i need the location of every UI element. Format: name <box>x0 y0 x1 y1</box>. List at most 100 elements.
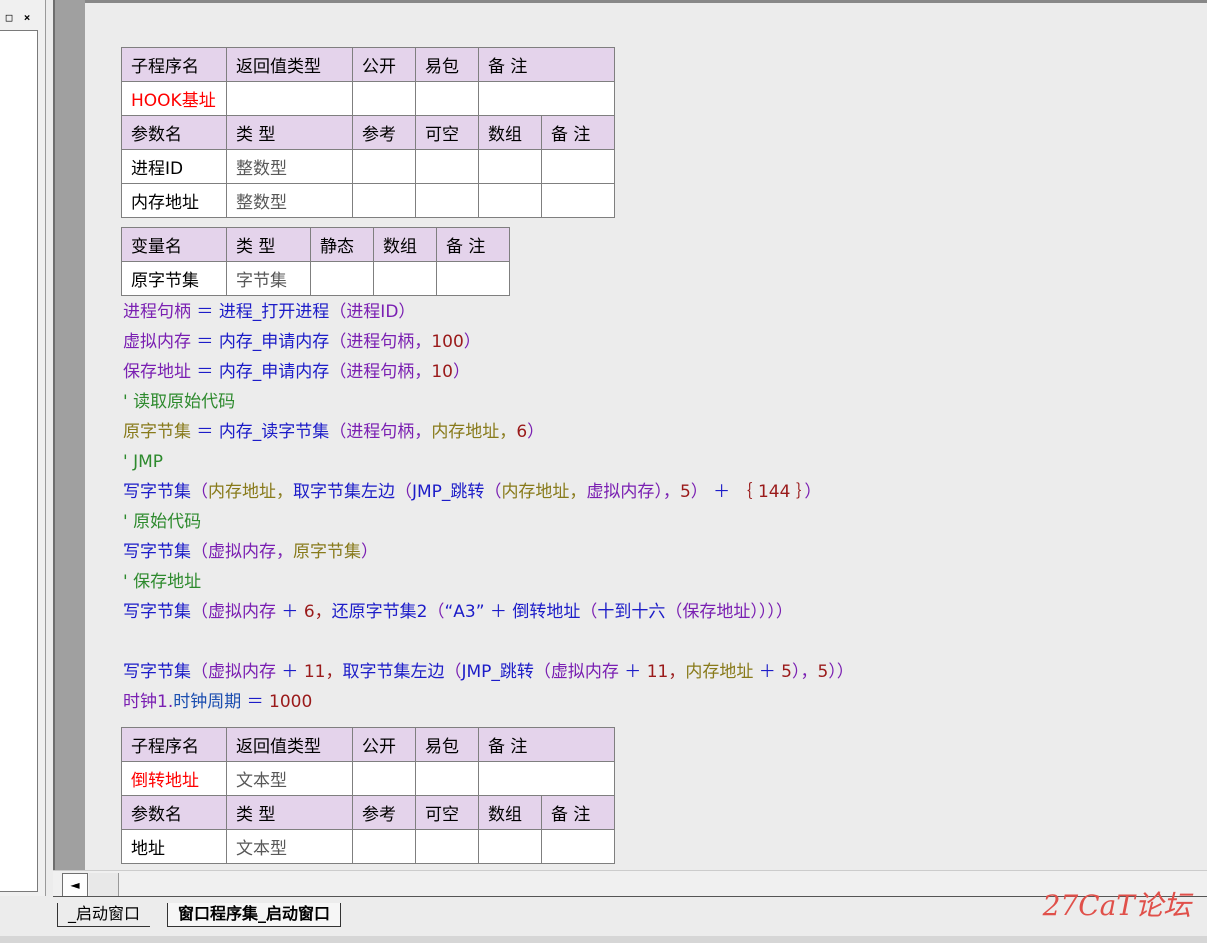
cell[interactable] <box>352 829 416 864</box>
header-cell: 易包 <box>415 47 479 82</box>
argument-token: 虚拟内存， <box>208 542 293 562</box>
header-cell: 类 型 <box>226 115 353 150</box>
cell[interactable] <box>541 149 615 184</box>
scroll-track[interactable] <box>89 873 119 897</box>
cell[interactable] <box>352 183 416 218</box>
function-token: 写字节集 <box>123 542 191 562</box>
header-cell: 可空 <box>415 795 479 830</box>
number-token: 6 <box>516 422 528 442</box>
code-line[interactable]: 写字节集（虚拟内存，原字节集） <box>123 537 378 567</box>
code-comment[interactable]: ' 保存地址 <box>123 567 201 597</box>
variable-type[interactable]: 字节集 <box>226 261 311 296</box>
header-cell: 参考 <box>352 795 416 830</box>
operator-token: ＝ <box>191 302 219 322</box>
return-type[interactable]: 文本型 <box>226 761 353 796</box>
param-row[interactable]: 地址 文本型 <box>121 829 615 864</box>
number-token: 10 <box>431 362 453 382</box>
param-header-row: 参数名 类 型 参考 可空 数组 备 注 <box>121 795 615 830</box>
param-name[interactable]: 地址 <box>121 829 227 864</box>
code-line[interactable]: 保存地址 ＝ 内存_申请内存（进程句柄，10） <box>123 357 470 387</box>
header-cell: 变量名 <box>121 227 227 262</box>
argument-token: 虚拟内存 <box>208 662 276 682</box>
header-cell: 备 注 <box>436 227 510 262</box>
paren-token: （ <box>191 542 208 562</box>
paren-token: （ <box>191 482 208 502</box>
left-panel-list[interactable] <box>0 30 38 892</box>
cell[interactable] <box>310 261 374 296</box>
paren-token: （ <box>580 602 598 622</box>
cell[interactable] <box>352 149 416 184</box>
cell[interactable] <box>478 761 615 796</box>
cell[interactable] <box>415 829 479 864</box>
tab-startup-window[interactable]: _启动窗口 <box>57 903 151 927</box>
paren-token: （ <box>427 602 445 622</box>
header-cell: 静态 <box>310 227 374 262</box>
cell[interactable] <box>415 183 479 218</box>
number-token: 100 <box>431 332 464 352</box>
code-line[interactable]: 写字节集（内存地址，取字节集左边（JMP_跳转（内存地址，虚拟内存），5） ＋ … <box>123 477 821 507</box>
cell[interactable] <box>478 81 615 116</box>
code-comment[interactable]: ' JMP <box>123 447 163 477</box>
number-token: 144 <box>752 482 796 502</box>
close-icon[interactable]: × <box>20 12 34 25</box>
cell[interactable] <box>226 81 353 116</box>
paren-token: （ <box>665 602 683 622</box>
code-line[interactable]: 写字节集（虚拟内存 ＋ 11，取字节集左边（JMP_跳转（虚拟内存 ＋ 11，内… <box>123 657 854 687</box>
paren-token: ） <box>398 302 416 322</box>
restore-icon[interactable]: □ <box>2 12 16 25</box>
operator-token: ＝ <box>191 362 219 382</box>
code-line[interactable]: 时钟1.时钟周期 ＝ 1000 <box>123 687 312 717</box>
header-cell: 公开 <box>352 727 416 762</box>
param-row[interactable]: 进程ID 整数型 <box>121 149 615 184</box>
code-comment[interactable]: ' 读取原始代码 <box>123 387 235 417</box>
code-comment[interactable]: ' 原始代码 <box>123 507 201 537</box>
header-cell: 备 注 <box>541 795 615 830</box>
cell[interactable] <box>541 183 615 218</box>
paren-token: ） <box>452 362 470 382</box>
subroutine-row[interactable]: 倒转地址 文本型 <box>121 761 615 796</box>
subroutine-name[interactable]: 倒转地址 <box>121 761 227 796</box>
cell[interactable] <box>541 829 615 864</box>
code-line[interactable]: 写字节集（虚拟内存 ＋ 6，还原字节集2（“A3” ＋ 倒转地址（十到十六（保存… <box>123 597 793 627</box>
param-name[interactable]: 内存地址 <box>121 183 227 218</box>
operator-token: ＋ <box>753 662 782 682</box>
cell[interactable] <box>436 261 510 296</box>
code-editor[interactable]: 子程序名 返回值类型 公开 易包 备 注 HOOK基址 参数名 类 型 参考 可… <box>85 3 1207 870</box>
subroutine-name[interactable]: HOOK基址 <box>121 81 227 116</box>
paren-token: （ <box>191 602 208 622</box>
cell[interactable] <box>415 761 479 796</box>
param-header-row: 参数名 类 型 参考 可空 数组 备 注 <box>121 115 615 150</box>
header-cell: 子程序名 <box>121 727 227 762</box>
scroll-left-arrow-icon[interactable]: ◄ <box>62 873 88 897</box>
paren-token: （ <box>329 422 347 442</box>
code-line[interactable]: 虚拟内存 ＝ 内存_申请内存（进程句柄，100） <box>123 327 481 357</box>
header-cell: 数组 <box>478 795 542 830</box>
operator-token: ＋ <box>707 482 736 502</box>
subroutine-row[interactable]: HOOK基址 <box>121 81 615 116</box>
param-name[interactable]: 进程ID <box>121 149 227 184</box>
code-line[interactable]: 进程句柄 ＝ 进程_打开进程（进程ID） <box>123 297 415 327</box>
cell[interactable] <box>478 149 542 184</box>
variable-name[interactable]: 原字节集 <box>121 261 227 296</box>
cell[interactable] <box>415 81 479 116</box>
cell[interactable] <box>373 261 437 296</box>
param-type[interactable]: 整数型 <box>226 149 353 184</box>
tab-window-assembly[interactable]: 窗口程序集_启动窗口 <box>167 903 342 927</box>
code-line[interactable]: 原字节集 ＝ 内存_读字节集（进程句柄，内存地址，6） <box>123 417 544 447</box>
cell[interactable] <box>478 829 542 864</box>
cell[interactable] <box>478 183 542 218</box>
cell[interactable] <box>352 81 416 116</box>
cell[interactable] <box>415 149 479 184</box>
paren-token: ）） <box>828 662 854 682</box>
param-row[interactable]: 内存地址 整数型 <box>121 183 615 218</box>
editor-gutter <box>53 0 85 870</box>
param-type[interactable]: 整数型 <box>226 183 353 218</box>
status-strip <box>0 936 1207 943</box>
function-token: JMP_跳转 <box>412 482 485 502</box>
function-token: 内存_读字节集 <box>218 422 330 442</box>
cell[interactable] <box>352 761 416 796</box>
param-type[interactable]: 文本型 <box>226 829 353 864</box>
variable-row[interactable]: 原字节集 字节集 <box>121 261 510 296</box>
paren-token: ）， <box>654 482 680 502</box>
horizontal-scrollbar[interactable]: ◄ <box>53 870 1207 897</box>
